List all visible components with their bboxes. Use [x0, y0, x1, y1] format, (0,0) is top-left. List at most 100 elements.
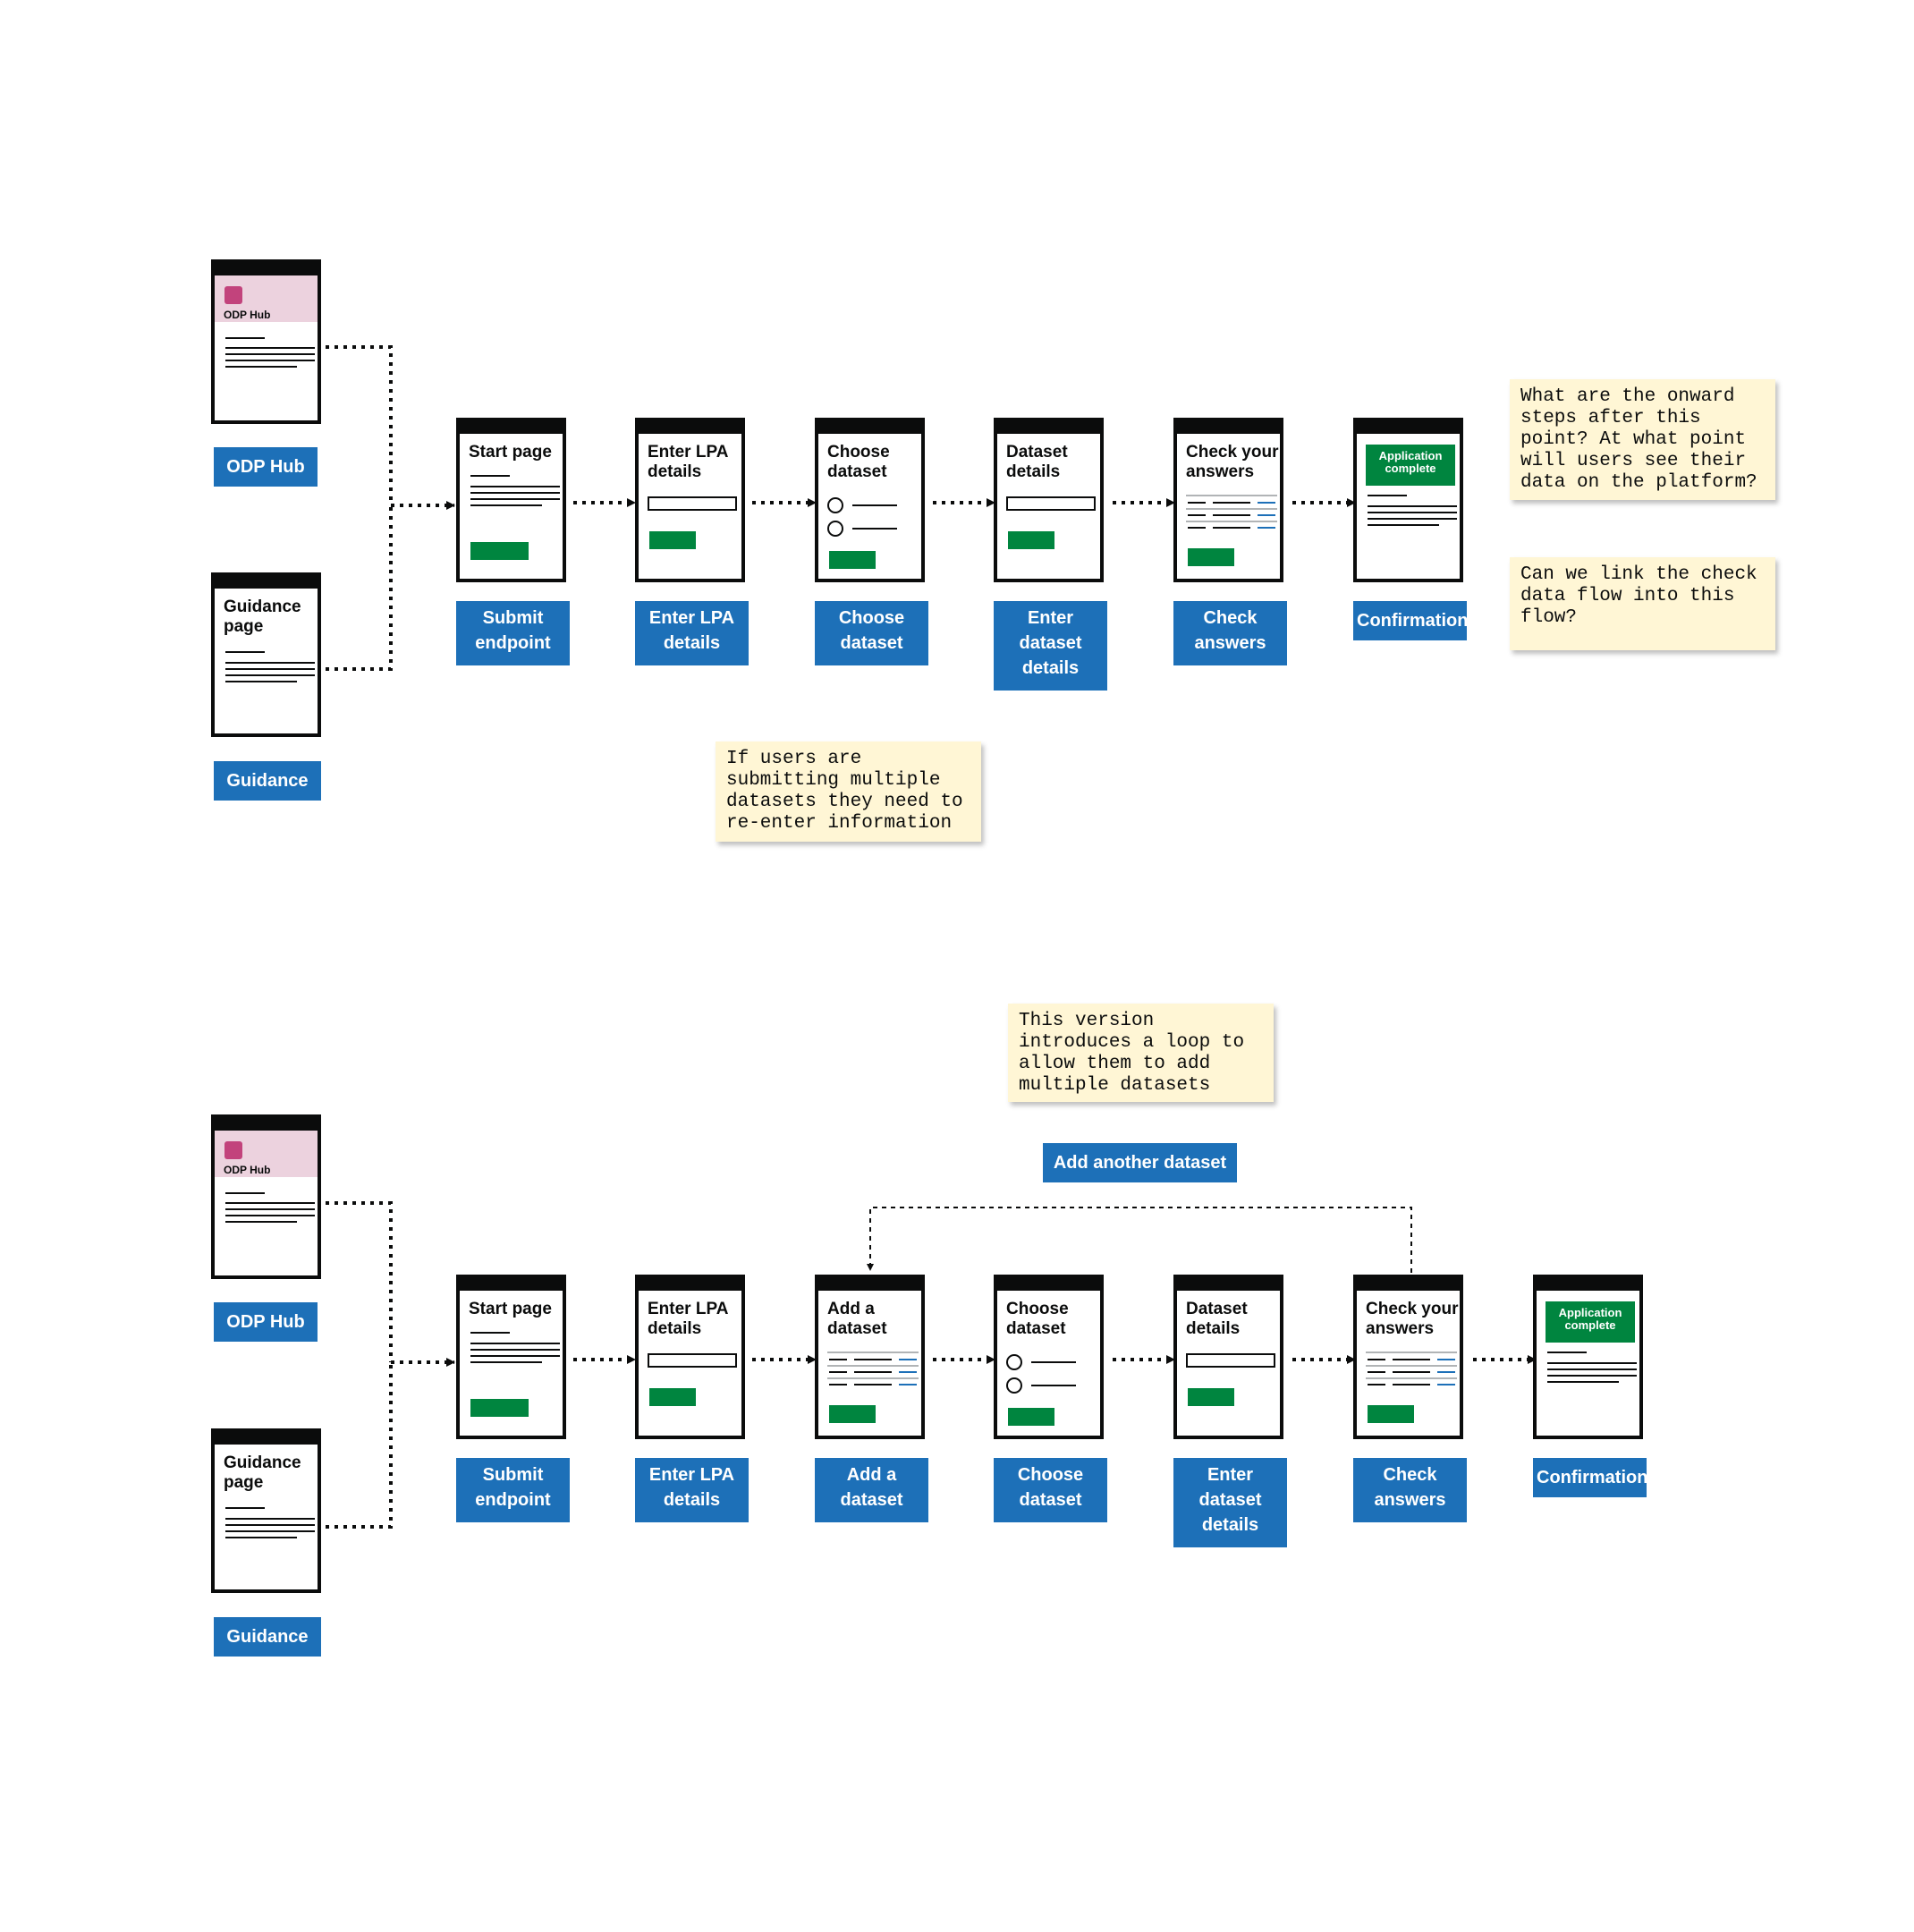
check-answers-label: Check answers — [1353, 1458, 1467, 1522]
confirmation-label: Confirmation — [1353, 601, 1468, 640]
choose-dataset-label: Choose dataset — [815, 601, 928, 665]
check-answers-screen: Check your answers — [1353, 1275, 1463, 1439]
continue-button — [1188, 1388, 1234, 1406]
summary-change-link — [899, 1359, 917, 1360]
summary-change-link — [1258, 514, 1275, 516]
hub-logo-icon — [224, 1141, 242, 1159]
screen-title: Start page — [469, 443, 552, 462]
summary-value — [1393, 1359, 1430, 1360]
text-line — [470, 498, 560, 500]
text-line — [470, 1355, 560, 1357]
continue-button — [829, 1405, 876, 1423]
connector-hub-top — [326, 345, 393, 505]
radio-option-icon — [1006, 1354, 1022, 1370]
sticky-note-loop: This version introduces a loop to allow … — [1008, 1004, 1274, 1102]
top-entry-connectors — [326, 345, 393, 671]
summary-value — [854, 1384, 892, 1385]
text-line — [470, 492, 560, 494]
text-line — [225, 668, 315, 670]
radio-option-icon — [1006, 1377, 1022, 1394]
submit-button — [1368, 1405, 1414, 1423]
enter-lpa-screen: Enter LPA details — [635, 1275, 745, 1439]
submit-endpoint-label: Submit endpoint — [456, 1458, 570, 1522]
text-input-field — [1006, 496, 1096, 511]
odp-hub-label: ODP Hub — [214, 447, 318, 487]
loop-connector — [867, 1207, 1412, 1273]
text-line — [225, 674, 315, 676]
summary-value — [1393, 1384, 1430, 1385]
summary-change-link — [1437, 1371, 1455, 1373]
text-line — [225, 1518, 315, 1520]
text-line — [1368, 518, 1457, 520]
add-dataset-label: Add a dataset — [815, 1458, 928, 1522]
continue-button — [649, 1388, 696, 1406]
flow-diagram-canvas: ODP Hub ODP Hub Guidance page Guidance S… — [0, 0, 1914, 1932]
guidance-label: Guidance — [214, 1617, 321, 1657]
text-line — [225, 366, 297, 368]
check-answers-screen: Check your answers — [1173, 418, 1283, 582]
text-line — [1547, 1352, 1587, 1353]
continue-button — [829, 551, 876, 569]
summary-divider — [1186, 521, 1277, 522]
summary-value — [854, 1371, 892, 1373]
screen-header-bar — [639, 421, 741, 434]
text-line — [1547, 1381, 1619, 1383]
screen-header-bar — [1537, 1278, 1639, 1291]
sticky-note-check-data: Can we link the check data flow into thi… — [1510, 557, 1775, 650]
text-line — [225, 1221, 297, 1223]
summary-divider — [1366, 1352, 1457, 1353]
screen-header-bar — [1177, 421, 1280, 434]
screen-title: Dataset details — [1186, 1300, 1248, 1338]
text-line — [225, 347, 315, 349]
confirmation-screen: Application complete — [1353, 418, 1463, 582]
submit-button — [1188, 548, 1234, 566]
screen-title: Enter LPA details — [648, 1300, 728, 1338]
summary-divider — [1366, 1377, 1457, 1379]
text-line — [225, 651, 265, 653]
enter-lpa-screen: Enter LPA details — [635, 418, 745, 582]
screen-title: Choose dataset — [827, 443, 890, 481]
summary-value — [1213, 502, 1250, 504]
choose-dataset-label: Choose dataset — [994, 1458, 1107, 1522]
text-line — [470, 504, 542, 506]
text-line — [225, 1507, 265, 1509]
screen-header-bar — [639, 1278, 741, 1291]
odp-hub-screen: ODP Hub — [211, 1114, 321, 1279]
choose-dataset-screen: Choose dataset — [994, 1275, 1104, 1439]
text-line — [225, 681, 297, 682]
screen-header-bar — [818, 421, 921, 434]
continue-button — [1008, 531, 1054, 549]
dataset-details-screen: Dataset details — [994, 418, 1104, 582]
text-line — [470, 475, 510, 477]
choose-dataset-screen: Choose dataset — [815, 418, 925, 582]
summary-change-link — [1258, 527, 1275, 529]
screen-header-bar — [215, 263, 318, 275]
summary-value — [1213, 514, 1250, 516]
summary-change-link — [899, 1384, 917, 1385]
screen-title: Dataset details — [1006, 443, 1068, 481]
text-line — [1031, 1361, 1076, 1363]
screen-header-bar — [997, 421, 1100, 434]
summary-key — [829, 1384, 847, 1385]
screen-title: Enter LPA details — [648, 443, 728, 481]
text-line — [225, 353, 315, 355]
summary-divider — [1186, 508, 1277, 510]
summary-key — [1368, 1359, 1385, 1360]
screen-header-bar — [1177, 1278, 1280, 1291]
guidance-screen: Guidance page — [211, 1428, 321, 1593]
summary-divider — [1366, 1365, 1457, 1367]
start-page-screen: Start page — [456, 418, 566, 582]
dataset-details-screen: Dataset details — [1173, 1275, 1283, 1439]
summary-key — [1368, 1384, 1385, 1385]
text-line — [470, 1343, 560, 1344]
text-line — [1031, 1385, 1076, 1386]
text-line — [1547, 1368, 1637, 1370]
screen-title: Add a dataset — [827, 1300, 887, 1338]
text-line — [470, 1361, 542, 1363]
summary-change-link — [1437, 1359, 1455, 1360]
summary-key — [829, 1359, 847, 1360]
enter-dataset-details-label: Enter dataset details — [994, 601, 1107, 691]
screen-header-bar — [215, 576, 318, 589]
text-line — [225, 337, 265, 339]
text-line — [1547, 1375, 1637, 1377]
